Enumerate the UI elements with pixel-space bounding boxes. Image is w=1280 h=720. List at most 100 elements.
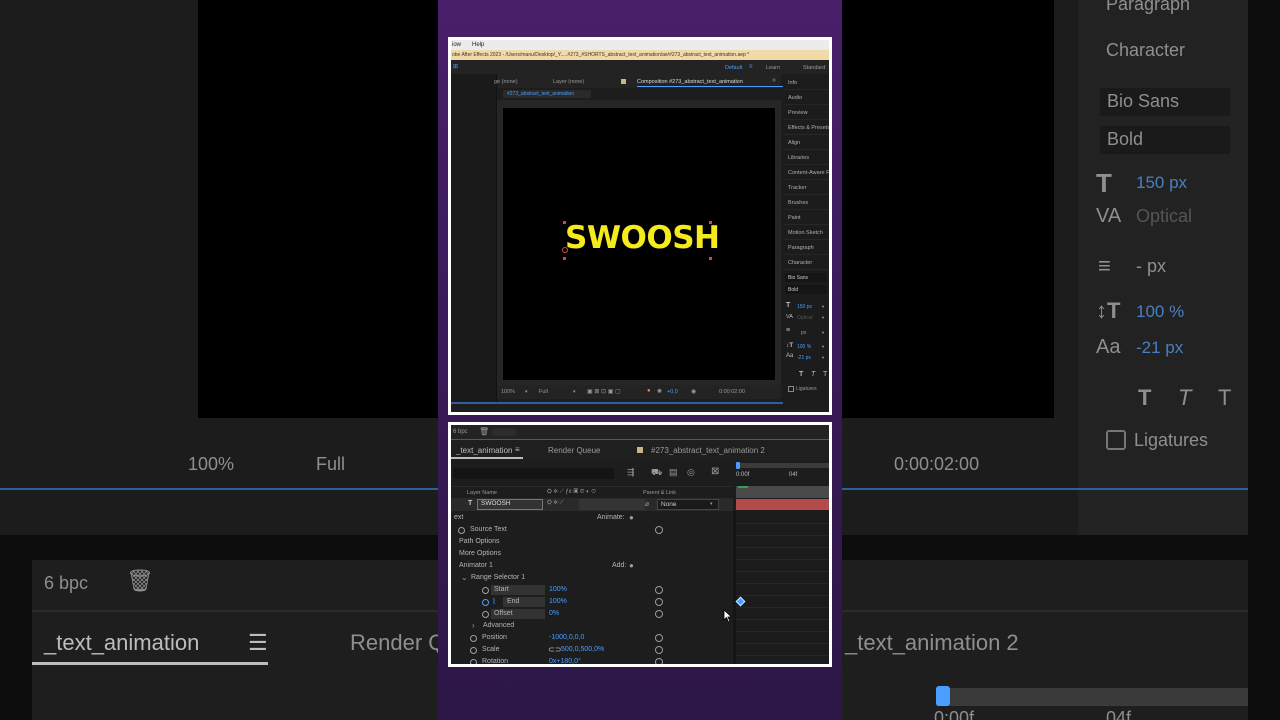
expand-icon[interactable]: » (772, 77, 776, 84)
size-chevron-icon[interactable]: ▼ (821, 304, 825, 309)
char-baseline[interactable]: -21 px (797, 355, 811, 361)
time-ruler[interactable]: 0:00f 04f (736, 460, 829, 486)
workspace-default[interactable]: Default (725, 65, 742, 71)
char-font-size[interactable]: 150 px (797, 304, 812, 310)
layer-name-swoosh[interactable]: SWOOSH (481, 500, 511, 507)
pickwhip-icon[interactable]: ⌀ (645, 500, 649, 508)
layer-switches[interactable]: ⛭ ✲ ⟋ (547, 500, 564, 507)
char-vscale[interactable]: 100 % (797, 344, 811, 350)
row-path-options[interactable]: Path Options (459, 536, 499, 548)
row-more-options[interactable]: More Options (459, 548, 501, 560)
panel-tracker[interactable]: Tracker (783, 181, 829, 195)
comp-flowchart-icon[interactable]: ⇶ (627, 467, 635, 478)
layer-duration-bar[interactable] (736, 499, 829, 510)
row-offset[interactable]: Offset (494, 608, 513, 620)
col-parent-link[interactable]: Parent & Link (643, 490, 676, 496)
workspace-standard[interactable]: Standard (803, 65, 825, 71)
leading-chevron-icon[interactable]: ▼ (821, 330, 825, 335)
position-stopwatch-icon[interactable] (470, 635, 477, 642)
expression-spiral-icon[interactable] (655, 526, 663, 534)
end-stopwatch-icon[interactable] (482, 599, 489, 606)
tab-layer[interactable]: Layer (none) (553, 79, 584, 85)
footer-exposure[interactable]: +0,0 (667, 389, 678, 395)
position-value[interactable]: -1000,0,0,0 (549, 632, 584, 644)
snapshot-icon[interactable]: ◉ (691, 388, 696, 395)
trash-icon[interactable]: 🗑 (479, 427, 489, 436)
faux-italic-icon[interactable]: T (811, 371, 815, 378)
animate-label[interactable]: Animate: (597, 512, 625, 524)
parent-chevron-icon[interactable]: ▾ (710, 501, 713, 507)
ligatures-checkbox[interactable] (788, 386, 794, 392)
footer-icons[interactable]: ▣ ⊠ ⊡ ▣ ▢ (587, 388, 621, 395)
tab-comp[interactable]: _text_animation (456, 446, 512, 455)
work-area-start[interactable] (736, 462, 740, 469)
scale-stopwatch-icon[interactable] (470, 647, 477, 654)
add-label[interactable]: Add: (612, 560, 626, 572)
keyframe-track-area[interactable] (735, 511, 829, 664)
stopwatch-icon[interactable] (458, 527, 465, 534)
all-caps-icon[interactable]: T (823, 371, 827, 378)
panel-preview[interactable]: Preview (783, 106, 829, 120)
tab-composition[interactable]: Composition #273_abstract_text_animation (637, 79, 743, 85)
layer-row[interactable]: T SWOOSH ⛭ ✲ ⟋ ⌀ None ▾ (451, 498, 733, 511)
panel-motion-sketch[interactable]: Motion Sketch (783, 226, 829, 240)
scale-value[interactable]: 500,0,500,0% (561, 644, 604, 656)
row-text[interactable]: ext (454, 512, 463, 524)
offset-spiral-icon[interactable] (655, 610, 663, 618)
composition-canvas[interactable]: SWOOSH (503, 108, 775, 380)
timeline-search-input[interactable] (453, 468, 614, 479)
row-start[interactable]: Start (494, 584, 509, 596)
menu-view[interactable]: iow (452, 42, 461, 48)
offset-value[interactable]: 0% (549, 608, 559, 620)
frame-blend-icon[interactable]: ▤ (669, 467, 678, 478)
start-value[interactable]: 100% (549, 584, 567, 596)
char-leading[interactable]: px (801, 330, 806, 336)
panel-effects-presets[interactable]: Effects & Presets (783, 121, 829, 135)
range-chevron-down-icon[interactable]: ⌄ (461, 574, 468, 582)
footer-zoom[interactable]: 100% (501, 389, 515, 395)
scale-spiral-icon[interactable] (655, 646, 663, 654)
rotation-spiral-icon[interactable] (655, 658, 663, 664)
tab-comp-menu-icon[interactable]: ≡ (515, 445, 520, 454)
start-spiral-icon[interactable] (655, 586, 663, 594)
exposure-icon[interactable]: ✺ (657, 388, 662, 395)
baseline-chevron-icon[interactable]: ▼ (821, 355, 825, 360)
offset-stopwatch-icon[interactable] (482, 611, 489, 618)
workspace-learn[interactable]: Learn (766, 65, 780, 71)
tab-comp2[interactable]: #273_abstract_text_animation 2 (651, 446, 765, 455)
row-position[interactable]: Position (482, 632, 507, 644)
motion-blur-icon[interactable]: ◎ (687, 467, 695, 478)
char-tracking[interactable]: Optical (797, 315, 813, 321)
workspace-icon[interactable]: ⊞ (453, 63, 458, 70)
row-advanced[interactable]: Advanced (483, 620, 514, 632)
tab-footage[interactable]: ge (none) (494, 79, 518, 85)
start-stopwatch-icon[interactable] (482, 587, 489, 594)
row-source-text[interactable]: Source Text (470, 524, 507, 536)
panel-libraries[interactable]: Libraries (783, 151, 829, 165)
menu-help[interactable]: Help (472, 42, 484, 48)
row-scale[interactable]: Scale (482, 644, 500, 656)
shy-icon[interactable]: ⛟ (651, 467, 662, 479)
footer-resolution[interactable]: Full (539, 389, 548, 395)
tab-render-queue[interactable]: Render Queue (548, 446, 600, 455)
tracking-chevron-icon[interactable]: ▼ (821, 315, 825, 320)
panel-audio[interactable]: Audio (783, 91, 829, 105)
link-icon[interactable]: ⊂⊃ (548, 646, 561, 654)
graph-icon[interactable]: ⌇ (492, 598, 496, 606)
parent-select[interactable]: None (661, 501, 677, 508)
char-font-style[interactable]: Bold (788, 287, 798, 293)
bpc-label[interactable]: 6 bpc (453, 429, 468, 435)
graph-editor-icon[interactable]: ⊠ (711, 466, 719, 477)
color-icon[interactable]: ● (647, 388, 651, 394)
animate-add-icon[interactable]: ● (629, 514, 634, 522)
panel-content-aware-fill[interactable]: Content-Aware Fill (783, 166, 829, 180)
res-chevron-icon[interactable]: ▾ (573, 389, 576, 395)
panel-paragraph[interactable]: Paragraph (783, 241, 829, 255)
row-rotation[interactable]: Rotation (482, 656, 508, 664)
faux-bold-icon[interactable]: T (799, 371, 803, 378)
char-font-family[interactable]: Bio Sans (788, 275, 808, 281)
row-range-selector[interactable]: Range Selector 1 (471, 572, 525, 584)
vscale-chevron-icon[interactable]: ▼ (821, 344, 825, 349)
rotation-value[interactable]: 0x+180,0° (549, 656, 581, 664)
panel-paint[interactable]: Paint (783, 211, 829, 225)
